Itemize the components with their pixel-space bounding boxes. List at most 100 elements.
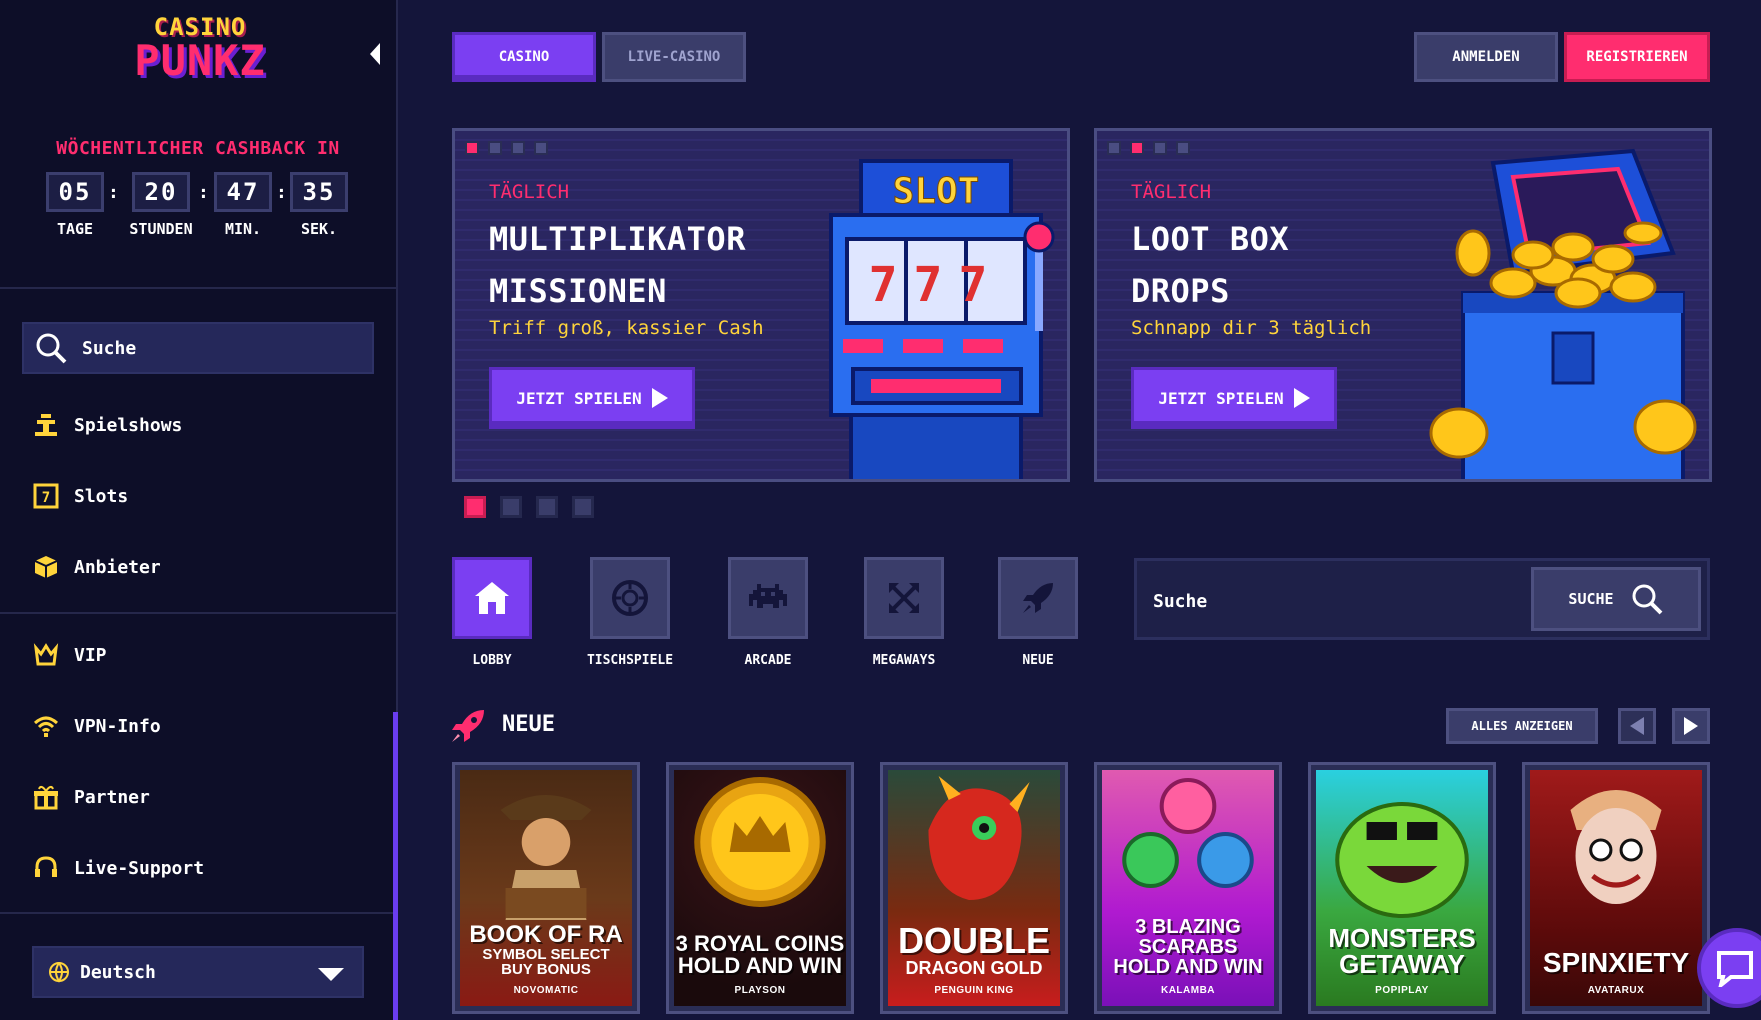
countdown-label: MIN.	[224, 220, 262, 238]
game-card-3-royal-coins[interactable]: 3 ROYAL COINS HOLD AND WIN PLAYSON	[666, 762, 854, 1014]
slider-dot[interactable]	[464, 496, 486, 518]
play-now-button[interactable]: JETZT SPIELEN	[489, 367, 695, 429]
category-neue[interactable]: NEUE	[978, 557, 1098, 668]
countdown-separator: :	[276, 182, 287, 203]
countdown-hours: 20 STUNDEN	[128, 172, 194, 238]
globe-icon	[49, 962, 69, 983]
slot-icon: 7	[32, 482, 60, 510]
casino-logo[interactable]: CASINO PUNKZ	[120, 14, 280, 84]
tab-casino[interactable]: CASINO	[452, 32, 596, 82]
scarab-illustration	[1122, 778, 1254, 888]
sidebar-item-live-support[interactable]: Live-Support	[32, 852, 372, 884]
category-tischspiele[interactable]: TISCHSPIELE	[570, 557, 690, 668]
show-all-button[interactable]: ALLES ANZEIGEN	[1446, 708, 1598, 744]
search-button[interactable]: SUCHE	[1531, 567, 1701, 631]
game-provider: PLAYSON	[734, 985, 786, 996]
countdown-separator: :	[108, 182, 119, 203]
sidebar-item-anbieter[interactable]: Anbieter	[32, 551, 372, 583]
language-select[interactable]: Deutsch	[32, 946, 364, 998]
game-card-monsters-getaway[interactable]: MONSTERS GETAWAY POPIPLAY	[1308, 762, 1496, 1014]
search-input[interactable]	[1153, 581, 1513, 621]
countdown-value: 47	[214, 172, 272, 212]
game-provider: PENGUIN KING	[934, 985, 1014, 996]
sidebar-item-label: Anbieter	[74, 556, 161, 578]
sidebar-search-label: Suche	[82, 337, 137, 359]
sidebar-item-label: VIP	[74, 644, 107, 666]
category-label: ARCADE	[744, 653, 792, 668]
promo-subtitle: Triff groß, kassier Cash	[489, 317, 764, 339]
category-tile	[452, 557, 532, 639]
collapse-sidebar-button[interactable]	[366, 42, 384, 66]
slot-machine-illustration: SLOT 777	[821, 143, 1061, 479]
login-button[interactable]: ANMELDEN	[1414, 32, 1558, 82]
category-lobby[interactable]: LOBBY	[432, 557, 552, 668]
countdown-days: 05 TAGE	[44, 172, 106, 238]
game-card-spinxiety[interactable]: SPINXIETY AVATARUX	[1522, 762, 1710, 1014]
box-icon	[32, 553, 60, 581]
crown-icon	[32, 641, 60, 669]
category-label: TISCHSPIELE	[586, 653, 674, 668]
chip-icon	[612, 580, 648, 616]
carousel-next-button[interactable]	[1672, 708, 1710, 744]
game-title: DOUBLE	[898, 920, 1050, 961]
sidebar-item-label: Live-Support	[74, 857, 205, 879]
cashback-countdown: 05 TAGE : 20 STUNDEN : 47 MIN. : 35 SEK.	[44, 172, 354, 242]
game-card-3-blazing-scarabs[interactable]: 3 BLAZING SCARABS HOLD AND WIN KALAMBA	[1094, 762, 1282, 1014]
monster-illustration	[1335, 802, 1469, 918]
countdown-seconds: 35 SEK.	[288, 172, 350, 238]
category-tile	[728, 557, 808, 639]
countdown-label: STUNDEN	[129, 220, 193, 238]
sidebar-item-vpn-info[interactable]: VPN-Info	[32, 710, 372, 742]
chat-bubble-icon	[1717, 951, 1753, 987]
game-card-book-of-ra[interactable]: BOOK OF RA SYMBOL SELECT BUY BONUS NOVOM…	[452, 762, 640, 1014]
promo-kicker: TÄGLICH	[1131, 181, 1212, 203]
carousel-prev-button[interactable]	[1618, 708, 1656, 744]
sidebar-item-label: Partner	[74, 786, 150, 808]
gift-icon	[32, 783, 60, 811]
sidebar-scrollbar[interactable]	[393, 712, 398, 1020]
play-now-button[interactable]: JETZT SPIELEN	[1131, 367, 1337, 429]
headset-icon	[32, 854, 60, 882]
countdown-label: TAGE	[56, 220, 94, 238]
slider-dot[interactable]	[572, 496, 594, 518]
sidebar-divider	[0, 912, 396, 914]
sidebar-search-button[interactable]: Suche	[22, 322, 374, 374]
slider-dot[interactable]	[536, 496, 558, 518]
sidebar-item-spielshows[interactable]: Spielshows	[32, 409, 372, 441]
chevron-left-icon	[1630, 717, 1644, 735]
slot-sign-text: SLOT	[893, 171, 980, 212]
loot-box-illustration	[1403, 143, 1703, 479]
window-dots	[1107, 141, 1190, 155]
play-icon	[1293, 388, 1310, 408]
search-button-label: SUCHE	[1568, 590, 1614, 608]
sidebar-item-slots[interactable]: 7 Slots	[32, 480, 372, 512]
category-arcade[interactable]: ARCADE	[708, 557, 828, 668]
game-card-double-dragon-gold[interactable]: DOUBLE DRAGON GOLD PENGUIN KING	[880, 762, 1068, 1014]
sidebar-divider	[0, 612, 396, 614]
cta-label: JETZT SPIELEN	[516, 388, 642, 408]
category-label: MEGAWAYS	[872, 653, 936, 668]
clown-face-illustration	[1570, 790, 1662, 904]
game-provider: KALAMBA	[1160, 985, 1216, 996]
promo-title: MULTIPLIKATOR MISSIONEN	[489, 213, 809, 317]
podium-icon	[32, 411, 60, 439]
space-invader-icon	[749, 584, 787, 608]
promo-card-multiplikator[interactable]: TÄGLICH MULTIPLIKATOR MISSIONEN Triff gr…	[452, 128, 1070, 482]
logo-line2: PUNKZ	[134, 36, 266, 85]
game-subtitle: SYMBOL SELECT BUY BONUS	[482, 946, 610, 978]
game-cover: DOUBLE DRAGON GOLD PENGUIN KING	[888, 770, 1060, 1006]
category-label: NEUE	[1022, 653, 1054, 668]
register-button[interactable]: REGISTRIEREN	[1564, 32, 1710, 82]
tab-live-casino[interactable]: LIVE-CASINO	[602, 32, 746, 82]
countdown-value: 20	[132, 172, 190, 212]
sidebar: CASINO PUNKZ WÖCHENTLICHER CASHBACK IN 0…	[0, 0, 398, 1020]
game-title: BOOK OF RA	[469, 921, 623, 948]
sidebar-item-partner[interactable]: Partner	[32, 781, 372, 813]
language-label: Deutsch	[80, 961, 156, 983]
slider-dot[interactable]	[500, 496, 522, 518]
rocket-icon	[1023, 583, 1053, 613]
promo-card-loot-box[interactable]: TÄGLICH LOOT BOX DROPS Schnapp dir 3 täg…	[1094, 128, 1712, 482]
sidebar-item-vip[interactable]: VIP	[32, 639, 372, 671]
chevron-right-icon	[1684, 717, 1698, 735]
category-megaways[interactable]: MEGAWAYS	[844, 557, 964, 668]
